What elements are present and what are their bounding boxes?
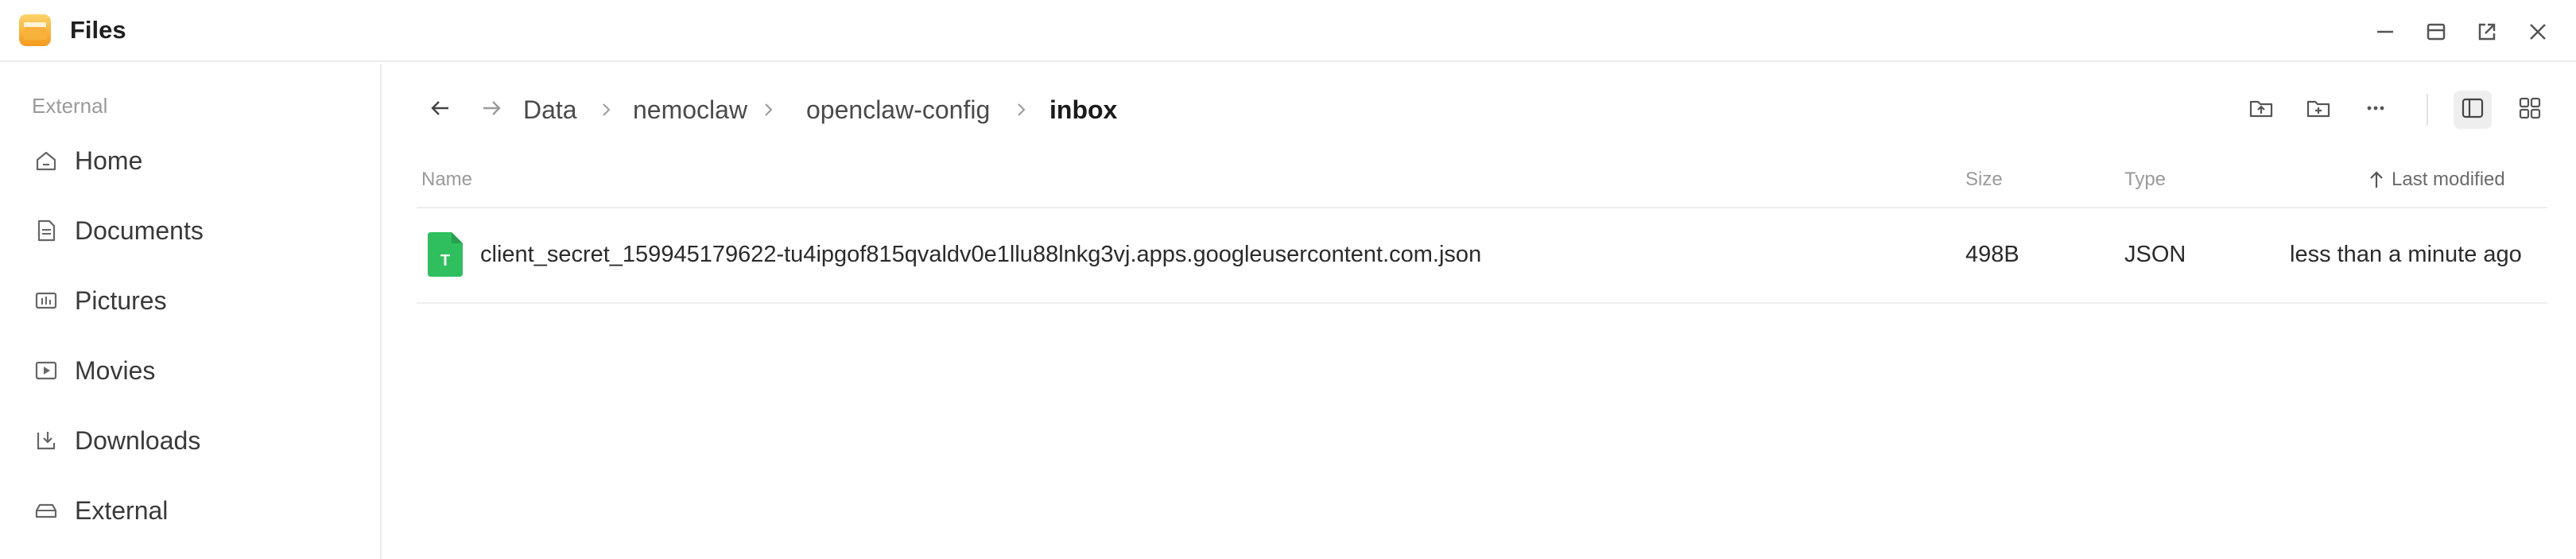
chevron-right-icon <box>754 95 782 124</box>
sidebar-item-external[interactable]: External <box>32 487 366 534</box>
close-icon[interactable] <box>2524 17 2552 46</box>
arrow-left-icon <box>429 96 452 124</box>
sidebar-item-label: Movies <box>75 355 156 385</box>
svg-text:T: T <box>440 252 450 270</box>
upload-button[interactable] <box>2242 91 2280 129</box>
more-button[interactable] <box>2357 91 2395 129</box>
home-icon <box>32 146 60 175</box>
sidebar-item-label: External <box>75 495 169 525</box>
sidebar-item-pictures[interactable]: Pictures <box>32 277 366 324</box>
file-name: client_secret_159945179622-tu4ipgof815qv… <box>480 242 1482 267</box>
sidebar-item-downloads[interactable]: Downloads <box>32 417 366 464</box>
folder-app-icon <box>17 13 52 48</box>
sidebar-item-label: Downloads <box>75 425 201 455</box>
text-file-icon: T <box>428 232 463 277</box>
column-header-size[interactable]: Size <box>1965 169 2003 191</box>
sidebar-heading: External <box>32 94 108 118</box>
column-header-modified-label: Last modified <box>2392 169 2505 190</box>
file-size: 498B <box>1965 242 2019 267</box>
folder-add-icon <box>2306 95 2331 125</box>
main-panel: Data nemoclaw openclaw-config inbox Name… <box>383 64 2576 559</box>
breadcrumb-current: inbox <box>1049 95 1118 124</box>
breadcrumb-item[interactable]: Data <box>523 92 577 127</box>
movie-icon <box>32 356 60 385</box>
maximize-icon[interactable] <box>2422 17 2450 46</box>
sidebar-item-movies[interactable]: Movies <box>32 347 366 394</box>
sort-arrow-up-icon <box>2366 169 2387 190</box>
table-row[interactable]: T client_secret_159945179622-tu4ipgof815… <box>417 208 2547 304</box>
minimize-icon[interactable] <box>2371 17 2399 46</box>
sidebar-item-label: Pictures <box>75 285 167 315</box>
column-header-modified[interactable]: Last modified <box>2366 169 2505 191</box>
document-icon <box>32 216 60 245</box>
chevron-right-icon <box>592 95 620 124</box>
column-header-name[interactable]: Name <box>421 169 472 191</box>
popout-icon[interactable] <box>2473 17 2501 46</box>
file-type: JSON <box>2124 242 2186 267</box>
file-modified: less than a minute ago <box>2290 242 2522 267</box>
chevron-right-icon <box>1007 95 1035 124</box>
new-folder-button[interactable] <box>2299 91 2337 129</box>
app-title: Files <box>70 16 126 44</box>
sidebar-layout-icon <box>2460 95 2485 125</box>
pictures-icon <box>32 286 60 315</box>
toolbar-divider <box>2427 94 2428 126</box>
grid-icon <box>2517 95 2543 125</box>
title-bar: Files <box>0 0 2576 62</box>
grid-view-button[interactable] <box>2511 91 2549 129</box>
back-button[interactable] <box>423 92 458 127</box>
forward-button[interactable] <box>474 92 509 127</box>
list-view-button[interactable] <box>2454 91 2492 129</box>
arrow-right-icon <box>479 96 503 124</box>
download-icon <box>32 426 60 455</box>
sidebar-item-label: Documents <box>75 215 204 245</box>
sidebar-item-documents[interactable]: Documents <box>32 207 366 254</box>
sidebar-item-home[interactable]: Home <box>32 137 366 184</box>
sidebar: External Home Documents Pictures Movies … <box>0 64 382 559</box>
sidebar-item-label: Home <box>75 146 143 175</box>
drive-icon <box>32 496 60 525</box>
column-header-type[interactable]: Type <box>2124 169 2166 191</box>
breadcrumb-item[interactable]: nemoclaw <box>633 92 747 127</box>
breadcrumb-item[interactable]: openclaw-config <box>806 92 990 127</box>
folder-upload-icon <box>2248 95 2274 125</box>
more-icon <box>2363 95 2388 125</box>
